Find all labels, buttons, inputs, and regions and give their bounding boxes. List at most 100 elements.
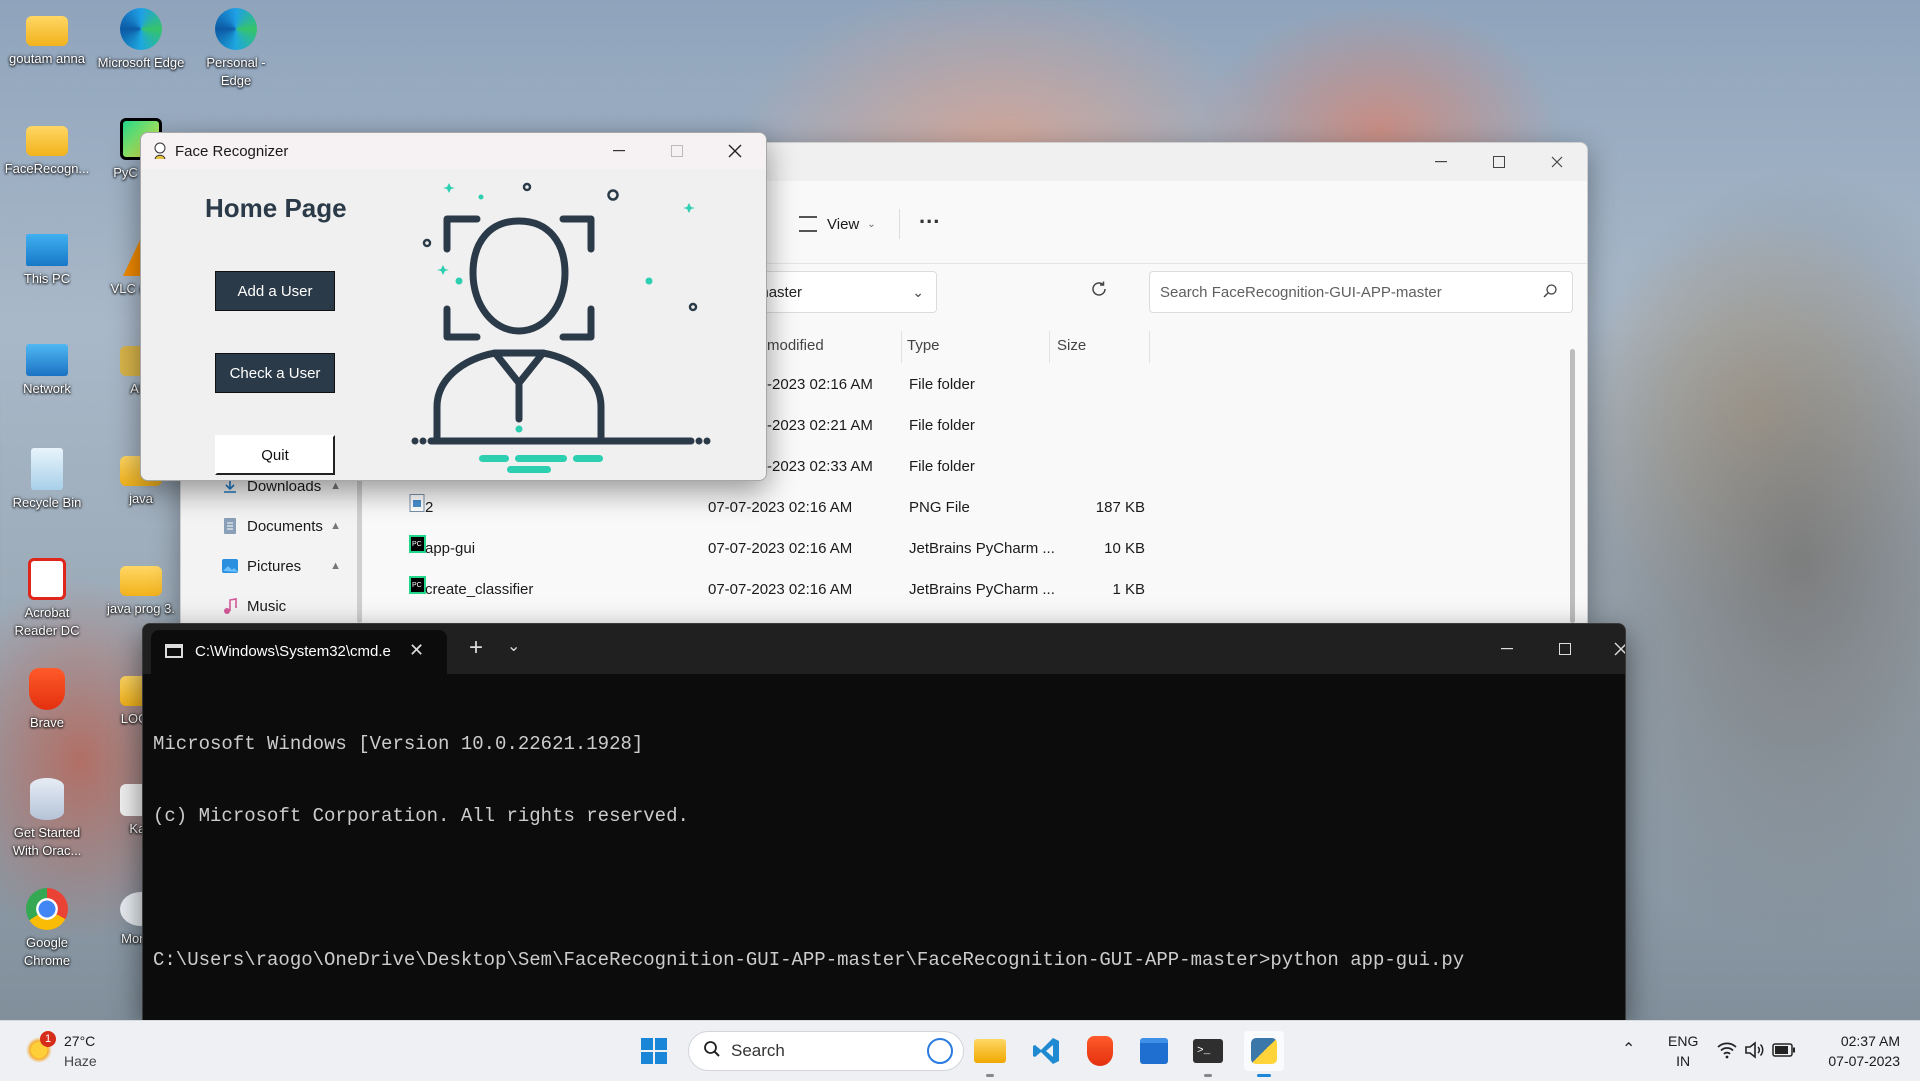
face-app-body: Home Page Add a User Check a User Quit (141, 169, 766, 480)
taskbar-store[interactable] (1134, 1031, 1174, 1071)
file-modified: 07-07-2023 02:16 AM (708, 540, 853, 557)
chrome-icon (26, 888, 68, 930)
weather-alert-badge: 1 (40, 1031, 56, 1047)
face-scan-illustration (411, 182, 711, 473)
start-button[interactable] (634, 1031, 674, 1071)
system-tray-icons[interactable] (1716, 1039, 1800, 1063)
bing-icon (927, 1038, 953, 1064)
new-tab-button[interactable]: + (469, 634, 483, 662)
store-icon (1140, 1038, 1168, 1064)
clock[interactable]: 02:37 AM 07-07-2023 (1808, 1031, 1900, 1071)
desktop-icon-this-pc[interactable]: This PC (2, 228, 92, 288)
column-header-size[interactable]: Size (1057, 331, 1086, 361)
nav-item-label: Pictures (247, 557, 302, 575)
file-type: JetBrains PyCharm ... (909, 581, 1055, 598)
minimize-button[interactable] (1413, 143, 1469, 181)
more-options-button[interactable]: ... (919, 203, 940, 229)
search-label: Search (731, 1041, 785, 1060)
music-icon (221, 597, 239, 615)
desktop-icon-personal-edge[interactable]: Personal - Edge (191, 8, 281, 89)
desktop-icon-label: java (129, 491, 153, 506)
maximize-button[interactable] (1471, 143, 1527, 181)
terminal-tab-bar: C:\Windows\System32\cmd.e ✕ + ⌄ (143, 624, 1625, 674)
running-indicator (986, 1074, 994, 1077)
terminal-tab[interactable]: C:\Windows\System32\cmd.e ✕ (151, 630, 447, 674)
taskbar-vscode[interactable] (1026, 1031, 1066, 1071)
file-row[interactable]: 2 07-07-2023 02:16 AM PNG File 187 KB (403, 488, 1353, 528)
taskbar-python[interactable] (1244, 1031, 1284, 1077)
running-indicator (1204, 1074, 1212, 1077)
search-placeholder: Search FaceRecognition-GUI-APP-master (1160, 283, 1442, 301)
desktop-icon-label: java prog 3. (107, 601, 175, 616)
minimize-button[interactable] (591, 133, 647, 169)
nav-item-music[interactable]: Music (221, 589, 351, 623)
desktop-icon-label: Microsoft Edge (97, 55, 185, 70)
desktop-icon-microsoft-edge[interactable]: Microsoft Edge (96, 8, 186, 72)
desktop-icon-label: Brave (30, 715, 64, 730)
close-button[interactable] (1593, 624, 1625, 674)
taskbar-terminal[interactable]: >_ (1188, 1031, 1228, 1077)
file-modified: -2023 02:21 AM (767, 417, 873, 434)
add-user-button[interactable]: Add a User (215, 271, 335, 311)
taskbar-brave[interactable] (1080, 1031, 1120, 1071)
desktop-icon-recycle-bin[interactable]: Recycle Bin (2, 448, 92, 512)
desktop-icon-oracle[interactable]: Get Started With Orac... (2, 778, 92, 859)
tab-dropdown-button[interactable]: ⌄ (507, 636, 520, 656)
terminal-tab-title: C:\Windows\System32\cmd.e (195, 643, 391, 660)
close-button[interactable] (1529, 143, 1585, 181)
minimize-button[interactable] (1479, 624, 1535, 674)
check-user-button[interactable]: Check a User (215, 353, 335, 393)
taskbar-search[interactable]: Search (688, 1031, 964, 1071)
language-code: ENG (1668, 1033, 1699, 1049)
weather-widget[interactable]: 1 27°C Haze (22, 1029, 132, 1073)
python-icon (1251, 1038, 1277, 1064)
desktop-icon-goutam-anna[interactable]: goutam anna (2, 8, 92, 68)
page-title: Home Page (205, 193, 347, 223)
nav-item-documents[interactable]: Documents ▲ (221, 509, 351, 543)
close-button[interactable] (707, 133, 763, 169)
terminal-output[interactable]: Microsoft Windows [Version 10.0.22621.19… (153, 684, 1625, 1020)
edge-icon (215, 8, 257, 50)
desktop-icon-google-chrome[interactable]: Google Chrome (2, 888, 92, 969)
volume-icon (1745, 1041, 1764, 1059)
close-tab-icon[interactable]: ✕ (409, 640, 424, 661)
file-name: create_classifier (425, 581, 534, 598)
pycharm-file-icon: PC (409, 529, 426, 553)
refresh-button[interactable] (1089, 279, 1113, 303)
column-header-type[interactable]: Type (907, 331, 940, 361)
maximize-button[interactable] (1537, 624, 1593, 674)
command-prompt-window: C:\Windows\System32\cmd.e ✕ + ⌄ Microsof… (142, 623, 1626, 1021)
maximize-button[interactable] (649, 133, 705, 169)
file-list-scrollbar[interactable] (1570, 349, 1575, 623)
quit-button[interactable]: Quit (215, 435, 335, 475)
file-modified: 07-07-2023 02:16 AM (708, 499, 853, 516)
chevron-up-icon[interactable]: ⌃ (1622, 1039, 1635, 1059)
search-input[interactable]: Search FaceRecognition-GUI-APP-master (1149, 271, 1573, 313)
pin-icon: ▲ (330, 520, 341, 532)
file-row[interactable]: PC app-gui 07-07-2023 02:16 AM JetBrains… (403, 529, 1353, 569)
taskbar-file-explorer[interactable] (970, 1031, 1010, 1077)
file-size: 10 KB (1104, 540, 1145, 557)
desktop-icon-brave[interactable]: Brave (2, 668, 92, 732)
pictures-icon (221, 557, 239, 575)
view-button[interactable]: View ⌄ (799, 209, 876, 239)
column-header-modified[interactable]: modified (767, 331, 824, 361)
nav-item-label: Documents (247, 517, 323, 535)
nav-item-pictures[interactable]: Pictures ▲ (221, 549, 351, 583)
desktop-icon-label: Recycle Bin (12, 495, 82, 510)
desktop-icon-acrobat[interactable]: Acrobat Reader DC (2, 558, 92, 639)
desktop-icon-label: FaceRecogn... (4, 161, 90, 176)
wifi-icon (1717, 1042, 1737, 1059)
file-modified: 07-07-2023 02:16 AM (708, 581, 853, 598)
desktop-icon-facerecogn[interactable]: FaceRecogn... (2, 118, 92, 178)
face-recognizer-window: Face Recognizer Home Page Add a User Che… (140, 132, 767, 481)
file-modified: -2023 02:16 AM (767, 376, 873, 393)
file-row[interactable]: PC create_classifier 07-07-2023 02:16 AM… (403, 570, 1353, 610)
chevron-down-icon[interactable]: ⌄ (912, 284, 924, 301)
cmd-icon (165, 644, 183, 658)
desktop-icon-java-prog[interactable]: java prog 3. (96, 558, 186, 618)
desktop-icon-network[interactable]: Network (2, 338, 92, 398)
image-file-icon (409, 488, 426, 512)
language-indicator[interactable]: ENG IN (1668, 1031, 1698, 1071)
